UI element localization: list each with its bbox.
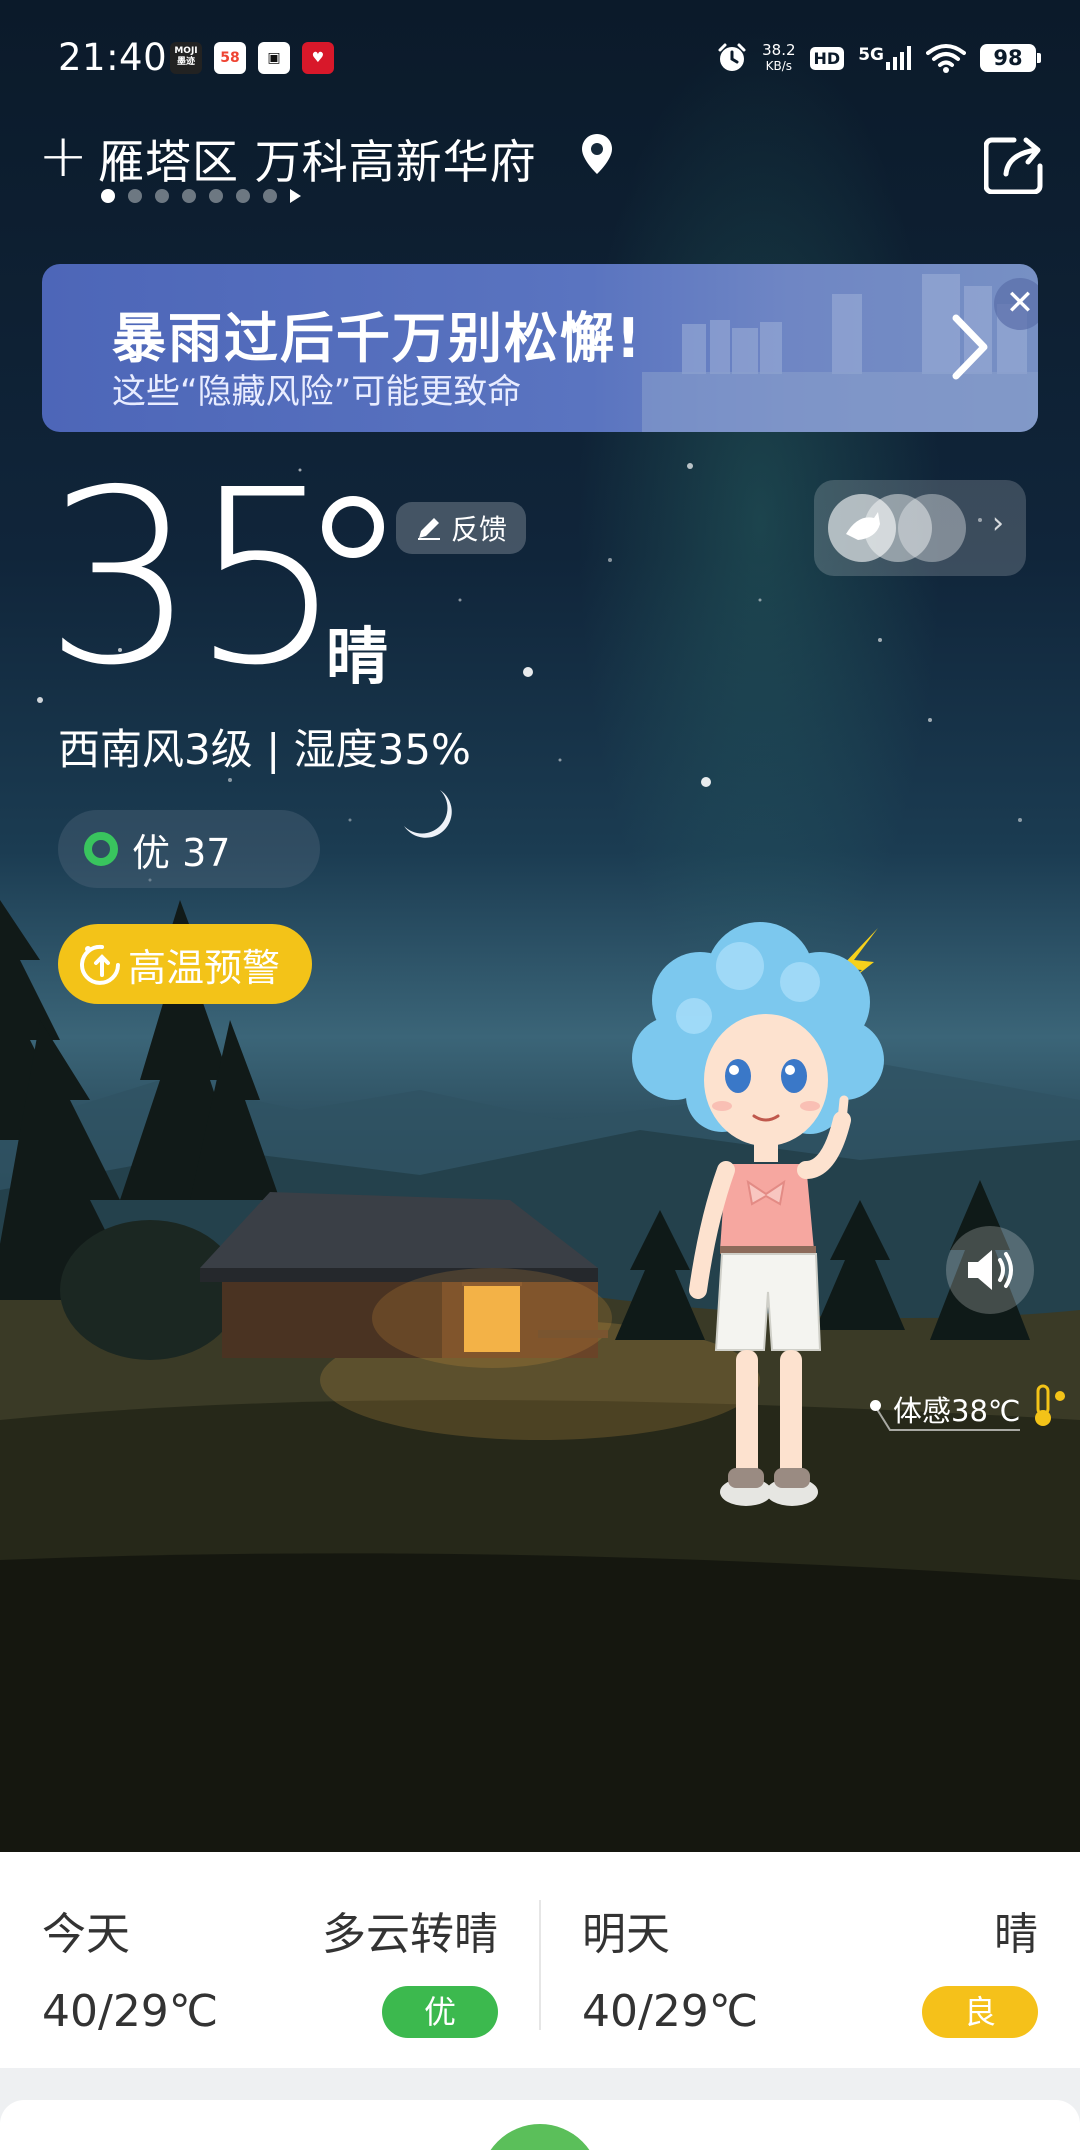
- signal-5g-icon: 5G: [858, 46, 912, 70]
- wifi-icon: [926, 44, 966, 73]
- chevron-right-icon: [952, 314, 988, 380]
- banner-subtitle: 这些“隐藏风险”可能更致命: [112, 372, 522, 412]
- status-bar: 21:40 MOJI 墨迹 58 ▣ ♥ 38.2 KB/s HD 5G 98: [0, 0, 1080, 116]
- page-dot: [263, 189, 277, 203]
- forecast-aqi-badge: 优: [382, 1986, 498, 2038]
- degree-symbol: [322, 496, 384, 558]
- page-dot: [182, 189, 196, 203]
- heart-app-icon: ♥: [302, 42, 334, 74]
- alert-label: 高温预警: [128, 945, 281, 990]
- forecast-condition: 多云转晴: [322, 1909, 498, 1960]
- pencil-icon: [417, 518, 440, 540]
- news-banner[interactable]: 暴雨过后千万别松懈! 这些“隐藏风险”可能更致命 ✕: [42, 264, 1038, 432]
- current-condition: 晴: [326, 620, 389, 693]
- widget-switcher[interactable]: ›: [814, 480, 1026, 576]
- thermometer-sun-icon: [1035, 1384, 1065, 1426]
- high-temperature-alert-button[interactable]: 高温预警: [58, 924, 312, 1004]
- weather-character-avatar[interactable]: [630, 920, 910, 1570]
- location-title[interactable]: 雁塔区 万科高新华府: [98, 126, 537, 192]
- wind-humidity: 西南风3级 | 湿度35%: [58, 725, 471, 774]
- add-city-button[interactable]: +: [38, 126, 88, 186]
- page-dot: [101, 189, 115, 203]
- fish-icon: [846, 512, 880, 540]
- page-location-arrow-icon: [290, 189, 301, 203]
- forecast-temp-range: 40/29℃: [582, 1986, 759, 2037]
- forecast-today[interactable]: 今天 多云转晴 40/29℃ 优: [0, 1852, 540, 2068]
- forecast-day-label: 明天: [582, 1909, 670, 1960]
- widget-avatar: [828, 494, 896, 562]
- battery-indicator: 98: [980, 44, 1041, 72]
- feedback-label: 反馈: [450, 513, 507, 546]
- page-dot: [155, 189, 169, 203]
- banner-close-button[interactable]: ✕: [994, 278, 1038, 330]
- alarm-icon: [718, 43, 746, 71]
- aqi-label: 优 37: [132, 830, 231, 875]
- forecast-aqi-badge: 良: [922, 1986, 1038, 2038]
- speaker-icon: [968, 1250, 1013, 1290]
- feedback-button[interactable]: 反馈: [396, 502, 526, 554]
- location-pin-icon: [582, 134, 612, 174]
- 58-app-icon: 58: [214, 42, 246, 74]
- forecast-tomorrow[interactable]: 明天 晴 40/29℃ 良: [540, 1852, 1080, 2068]
- page-dot: [236, 189, 250, 203]
- current-temperature: 35: [44, 438, 343, 718]
- page-dot: [128, 189, 142, 203]
- hd-badge: HD: [809, 46, 845, 70]
- chevron-right-icon: ›: [992, 506, 1004, 541]
- network-speed: 38.2 KB/s: [762, 41, 796, 73]
- status-time: 21:40: [58, 36, 168, 79]
- share-icon[interactable]: [984, 132, 1044, 194]
- forecast-day-label: 今天: [42, 1909, 130, 1960]
- aqi-ring-icon: [84, 832, 118, 866]
- voice-broadcast-button[interactable]: [946, 1226, 1034, 1314]
- status-indicators: 38.2 KB/s HD 5G 98: [716, 38, 1041, 78]
- moon-icon: [404, 790, 452, 838]
- air-quality-button[interactable]: 优 37: [58, 810, 320, 888]
- thermometer-alert-icon: [80, 944, 120, 985]
- message-app-icon: ▣: [258, 42, 290, 74]
- forecast-temp-range: 40/29℃: [42, 1986, 219, 2037]
- forecast-condition: 晴: [994, 1909, 1038, 1960]
- city-page-indicator: [101, 189, 301, 203]
- moji-weather-icon: MOJI 墨迹: [170, 42, 202, 74]
- feels-like-temperature: 体感38℃: [893, 1394, 1021, 1428]
- daily-forecast-card: 今天 多云转晴 40/29℃ 优 明天 晴 40/29℃ 良: [0, 1852, 1080, 2068]
- banner-title: 暴雨过后千万别松懈!: [112, 307, 643, 370]
- page-dot: [209, 189, 223, 203]
